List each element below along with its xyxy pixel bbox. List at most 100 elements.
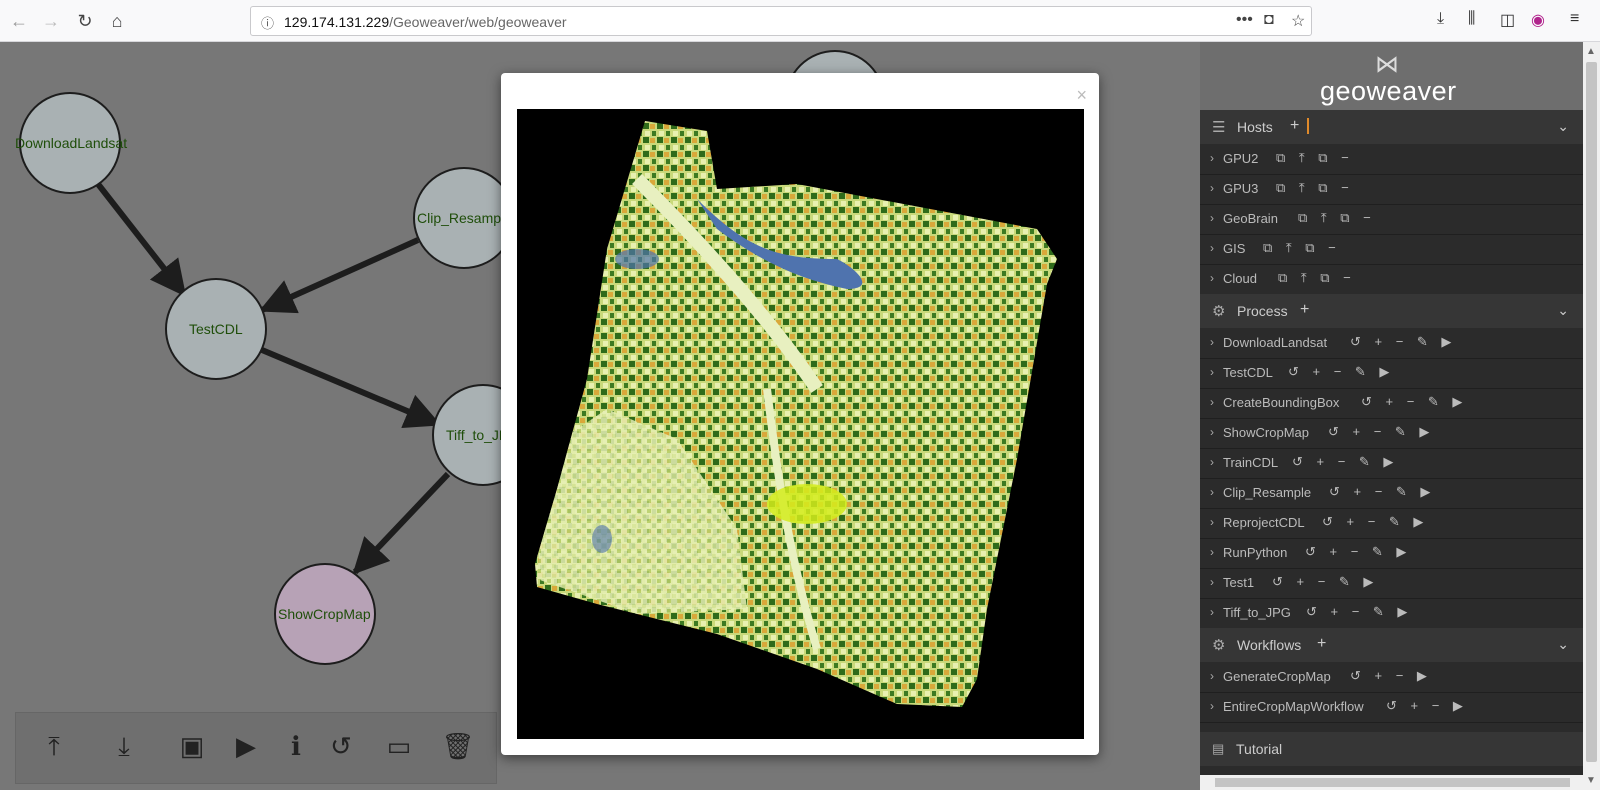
hamburger-menu-icon[interactable]: ≡ — [1570, 10, 1579, 28]
workflows-section-header[interactable]: ⚙ Workflows + ⌄ — [1200, 628, 1583, 662]
add-process-button[interactable]: + — [1300, 301, 1309, 319]
process-actions[interactable]: ↺ + − ✎ ▶ — [1328, 424, 1429, 440]
process-item[interactable]: › TestCDL ↺ + − ✎ ▶ — [1200, 358, 1583, 389]
home-icon[interactable]: ⌂ — [104, 8, 130, 34]
more-icon[interactable]: ••• — [1236, 11, 1253, 29]
process-actions[interactable]: ↺ + − ✎ ▶ — [1322, 514, 1423, 530]
chevron-right-icon[interactable]: › — [1210, 485, 1214, 499]
chevron-right-icon[interactable]: › — [1210, 515, 1214, 529]
library-icon[interactable]: ⫼ — [1468, 10, 1475, 28]
tutorial-link[interactable]: ▤ Tutorial — [1200, 732, 1583, 766]
info-icon[interactable]: ℹ — [278, 731, 314, 762]
info-icon[interactable]: ⓘ — [261, 13, 274, 32]
play-icon[interactable]: ▶ — [228, 731, 264, 762]
process-actions[interactable]: ↺ + − ✎ ▶ — [1288, 364, 1389, 380]
process-actions[interactable]: ↺ + − ✎ ▶ — [1305, 544, 1406, 560]
star-icon[interactable]: ☆ — [1291, 11, 1305, 31]
monitor-icon[interactable]: ▭ — [381, 731, 417, 762]
hosts-section-header[interactable]: ☰ Hosts + ⌄ — [1200, 110, 1583, 144]
history-icon[interactable]: ↺ — [323, 731, 359, 762]
host-item-geobrain[interactable]: › GeoBrain ⧉ ⤒ ⧉ − — [1200, 204, 1583, 235]
download-icon[interactable]: ⤓ — [1437, 10, 1444, 28]
crop-map-image — [517, 109, 1084, 739]
node-testcdl[interactable]: TestCDL — [165, 278, 267, 380]
save-icon[interactable]: ▣ — [174, 731, 210, 762]
forward-arrow-icon[interactable]: → — [38, 8, 64, 34]
host-item-cloud[interactable]: › Cloud ⧉ ⤒ ⧉ − — [1200, 264, 1583, 295]
process-actions[interactable]: ↺ + − ✎ ▶ — [1361, 394, 1462, 410]
process-item[interactable]: › ReprojectCDL ↺ + − ✎ ▶ — [1200, 508, 1583, 539]
chevron-right-icon[interactable]: › — [1210, 365, 1214, 379]
process-item[interactable]: › DownloadLandsat ↺ + − ✎ ▶ — [1200, 328, 1583, 359]
node-downloadlandsat[interactable]: DownloadLandsat — [15, 92, 127, 194]
edge-tifftojpg-showcropmap[interactable] — [352, 471, 451, 575]
scrollbar-thumb[interactable] — [1586, 62, 1597, 762]
chevron-right-icon[interactable]: › — [1210, 425, 1214, 439]
host-actions[interactable]: ⧉ ⤒ ⧉ − — [1276, 150, 1349, 166]
process-item[interactable]: › CreateBoundingBox ↺ + − ✎ ▶ — [1200, 388, 1583, 419]
reload-icon[interactable]: ↻ — [72, 8, 98, 34]
edge-downloadlandsat-testcdl[interactable] — [95, 182, 187, 297]
chevron-right-icon[interactable]: › — [1210, 335, 1214, 349]
host-actions[interactable]: ⧉ ⤒ ⧉ − — [1276, 180, 1349, 196]
chevron-right-icon[interactable]: › — [1210, 151, 1214, 165]
process-actions[interactable]: ↺ + − ✎ ▶ — [1272, 574, 1373, 590]
host-actions[interactable]: ⧉ ⤒ ⧉ − — [1263, 240, 1336, 256]
host-item-gpu2[interactable]: › GPU2 ⧉ ⤒ ⧉ − — [1200, 144, 1583, 175]
chevron-right-icon[interactable]: › — [1210, 699, 1214, 713]
process-item[interactable]: › ShowCropMap ↺ + − ✎ ▶ — [1200, 418, 1583, 449]
workflow-item[interactable]: › GenerateCropMap ↺ + − ▶ — [1200, 662, 1583, 693]
chevron-right-icon[interactable]: › — [1210, 181, 1214, 195]
process-actions[interactable]: ↺ + − ✎ ▶ — [1350, 334, 1451, 350]
workflow-actions[interactable]: ↺ + − ▶ — [1350, 668, 1427, 684]
process-section-header[interactable]: ⚙ Process + ⌄ — [1200, 294, 1583, 328]
node-clipresample[interactable]: Clip_Resample — [413, 167, 515, 269]
chevron-down-icon[interactable]: ⌄ — [1557, 636, 1569, 653]
vertical-scrollbar[interactable]: ▲ ▼ — [1583, 42, 1600, 790]
chevron-right-icon[interactable]: › — [1210, 455, 1214, 469]
workflow-toolbar: ⤒ ⤓ ▣ ▶ ℹ ↺ ▭ 🗑 — [15, 712, 497, 784]
add-workflow-button[interactable]: + — [1317, 635, 1326, 653]
chevron-down-icon[interactable]: ⌄ — [1557, 118, 1569, 135]
scrollbar-thumb[interactable] — [1215, 778, 1570, 787]
sidebar-icon[interactable]: ◫ — [1500, 10, 1515, 30]
chevron-right-icon[interactable]: › — [1210, 605, 1214, 619]
workflow-actions[interactable]: ↺ + − ▶ — [1386, 698, 1463, 714]
horizontal-scrollbar[interactable] — [1200, 775, 1583, 790]
chevron-right-icon[interactable]: › — [1210, 211, 1214, 225]
host-item-gis[interactable]: › GIS ⧉ ⤒ ⧉ − — [1200, 234, 1583, 265]
edge-clipresample-testcdl[interactable] — [258, 237, 420, 314]
process-item[interactable]: › Test1 ↺ + − ✎ ▶ — [1200, 568, 1583, 599]
chevron-right-icon[interactable]: › — [1210, 395, 1214, 409]
chevron-right-icon[interactable]: › — [1210, 241, 1214, 255]
process-actions[interactable]: ↺ + − ✎ ▶ — [1306, 604, 1407, 620]
node-showcropmap[interactable]: ShowCropMap — [274, 563, 376, 665]
process-actions[interactable]: ↺ + − ✎ ▶ — [1292, 454, 1393, 470]
chevron-down-icon[interactable]: ⌄ — [1557, 302, 1569, 319]
process-item[interactable]: › TrainCDL ↺ + − ✎ ▶ — [1200, 448, 1583, 479]
upload-icon[interactable]: ⤒ — [36, 731, 72, 763]
edge-testcdl-tifftojpg[interactable] — [260, 347, 442, 429]
scroll-down-icon[interactable]: ▼ — [1586, 775, 1596, 786]
delete-icon[interactable]: 🗑 — [440, 731, 476, 762]
close-icon[interactable]: × — [1076, 85, 1087, 106]
back-arrow-icon[interactable]: ← — [6, 8, 32, 34]
scroll-up-icon[interactable]: ▲ — [1586, 46, 1596, 57]
chevron-right-icon[interactable]: › — [1210, 545, 1214, 559]
pocket-icon[interactable]: ◘ — [1264, 11, 1274, 29]
workflow-item[interactable]: › EntireCropMapWorkflow ↺ + − ▶ — [1200, 692, 1583, 723]
process-actions[interactable]: ↺ + − ✎ ▶ — [1329, 484, 1430, 500]
chevron-right-icon[interactable]: › — [1210, 575, 1214, 589]
add-host-button[interactable]: + — [1290, 117, 1299, 135]
process-item[interactable]: › RunPython ↺ + − ✎ ▶ — [1200, 538, 1583, 569]
download-workflow-icon[interactable]: ⤓ — [106, 731, 142, 763]
process-item[interactable]: › Clip_Resample ↺ + − ✎ ▶ — [1200, 478, 1583, 509]
extension-icon[interactable]: ◉ — [1531, 10, 1545, 30]
chevron-right-icon[interactable]: › — [1210, 669, 1214, 683]
host-item-gpu3[interactable]: › GPU3 ⧉ ⤒ ⧉ − — [1200, 174, 1583, 205]
host-actions[interactable]: ⧉ ⤒ ⧉ − — [1278, 270, 1351, 286]
url-bar[interactable]: ⓘ 129.174.131.229/Geoweaver/web/geoweave… — [250, 6, 1312, 36]
chevron-right-icon[interactable]: › — [1210, 271, 1214, 285]
process-item[interactable]: › Tiff_to_JPG ↺ + − ✎ ▶ — [1200, 598, 1583, 629]
host-actions[interactable]: ⧉ ⤒ ⧉ − — [1298, 210, 1371, 226]
